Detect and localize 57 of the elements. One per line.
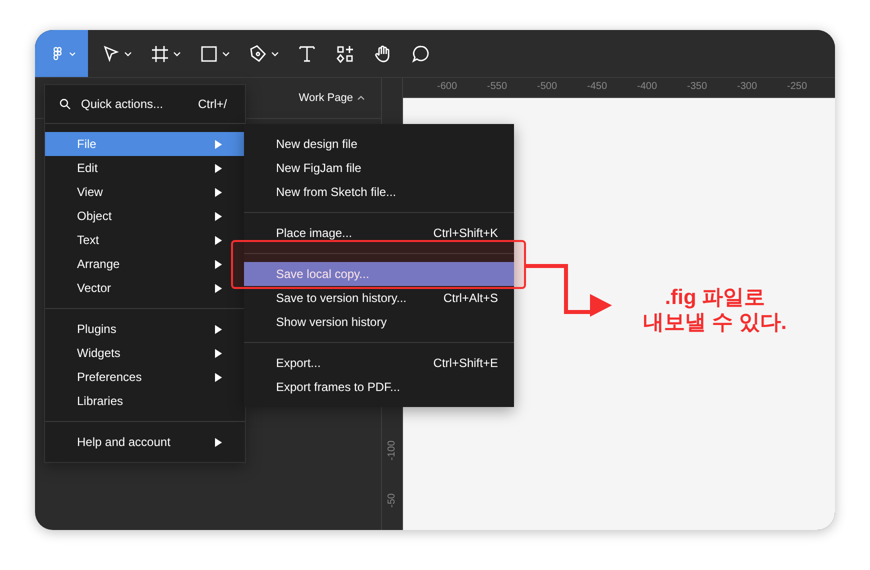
caret-icon bbox=[69, 50, 76, 56]
menu-item[interactable]: Object bbox=[45, 204, 245, 228]
frame-icon bbox=[150, 44, 170, 64]
menu-item[interactable]: Save to version history... Ctrl+Alt+S bbox=[244, 286, 514, 310]
menu-item[interactable]: Preferences bbox=[45, 365, 245, 389]
ruler-label: -300 bbox=[736, 80, 758, 94]
annotation-text: .fig 파일로 bbox=[664, 285, 766, 310]
menu-item[interactable]: Help and account bbox=[45, 430, 245, 454]
menu-item[interactable]: Plugins bbox=[45, 317, 245, 341]
menu-item[interactable]: View bbox=[45, 180, 245, 204]
search-icon bbox=[59, 98, 71, 110]
annotation-text: 내보낼 수 있다. bbox=[643, 310, 787, 335]
menu-item[interactable]: Vector bbox=[45, 276, 245, 300]
submenu-arrow-icon bbox=[215, 438, 222, 446]
quick-actions-item[interactable]: Quick actions... Ctrl+/ bbox=[45, 85, 245, 123]
ruler-label: -250 bbox=[786, 80, 808, 94]
submenu-arrow-icon bbox=[215, 372, 222, 382]
ruler-label: -100 bbox=[386, 440, 398, 460]
submenu-arrow-icon bbox=[215, 188, 222, 196]
comment-icon bbox=[411, 44, 431, 64]
ruler-label: -600 bbox=[436, 80, 458, 94]
components-icon bbox=[335, 44, 355, 64]
submenu-arrow-icon bbox=[215, 348, 222, 358]
text-tool-icon bbox=[297, 44, 317, 64]
pen-icon bbox=[248, 44, 268, 64]
menu-item[interactable]: Export... Ctrl+Shift+E bbox=[244, 351, 514, 375]
submenu-arrow-icon bbox=[215, 212, 222, 220]
ruler-label: -350 bbox=[686, 80, 708, 94]
submenu-arrow-icon bbox=[215, 260, 222, 268]
ruler-label: -400 bbox=[636, 80, 658, 94]
menu-item[interactable]: Export frames to PDF... bbox=[244, 375, 514, 399]
caret-icon bbox=[124, 50, 132, 56]
menu-item[interactable]: Arrange bbox=[45, 252, 245, 276]
menu-item[interactable]: New design file bbox=[244, 132, 514, 156]
ruler-label: -450 bbox=[586, 80, 608, 94]
submenu-arrow-icon bbox=[215, 140, 222, 148]
submenu-arrow-icon bbox=[215, 324, 222, 334]
submenu-arrow-icon bbox=[215, 164, 222, 172]
menu-item[interactable]: Show version history bbox=[244, 310, 514, 334]
ruler-label: -550 bbox=[486, 80, 508, 94]
submenu-arrow-icon bbox=[215, 236, 222, 244]
page-selector[interactable]: Work Page bbox=[298, 92, 365, 104]
cursor-icon bbox=[101, 44, 121, 64]
ruler-label: -500 bbox=[536, 80, 558, 94]
menu-item[interactable]: New from Sketch file... bbox=[244, 180, 514, 204]
caret-icon bbox=[271, 50, 279, 56]
chevron-up-icon bbox=[357, 95, 365, 101]
menu-item[interactable]: Text bbox=[45, 228, 245, 252]
submenu-arrow-icon bbox=[215, 284, 222, 292]
caret-icon bbox=[222, 50, 230, 56]
square-icon bbox=[199, 44, 219, 64]
menu-item[interactable]: New FigJam file bbox=[244, 156, 514, 180]
menu-item[interactable]: Edit bbox=[45, 156, 245, 180]
caret-icon bbox=[173, 50, 181, 56]
ruler-label: -50 bbox=[386, 492, 398, 508]
menu-item[interactable]: Libraries bbox=[45, 389, 245, 413]
menu-item[interactable]: Widgets bbox=[45, 341, 245, 365]
